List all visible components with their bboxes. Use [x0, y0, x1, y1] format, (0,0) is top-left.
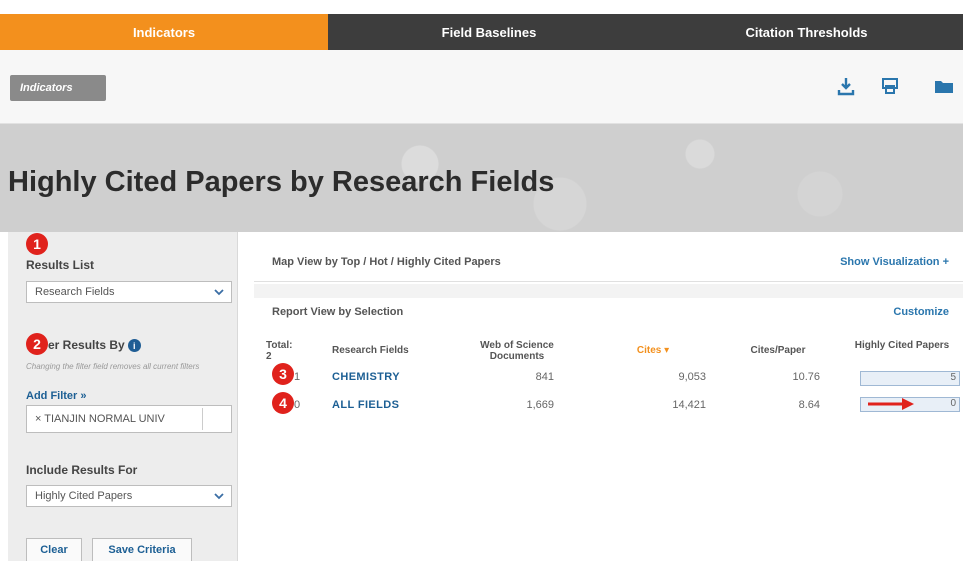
include-results-value: Highly Cited Papers	[35, 490, 133, 502]
download-icon[interactable]	[832, 72, 860, 100]
main-panel: Map View by Top / Hot / Highly Cited Pap…	[254, 232, 963, 561]
field-link-chemistry[interactable]: CHEMISTRY	[332, 371, 400, 383]
col-cites-per-paper[interactable]: Cites/Paper	[738, 345, 818, 356]
cites-per-paper-value: 8.64	[798, 399, 820, 411]
report-view-label: Report View by Selection	[272, 306, 404, 318]
filter-results-label: er Results By i	[48, 338, 141, 353]
cites-value: 9,053	[678, 371, 706, 383]
filter-results-text: er Results By	[48, 338, 125, 352]
col-highly-cited-papers[interactable]: Highly Cited Papers	[852, 340, 952, 351]
hcp-bar: 5	[860, 371, 960, 386]
clear-button[interactable]: Clear	[26, 538, 82, 561]
tab-field-baselines[interactable]: Field Baselines	[328, 14, 650, 50]
row-index: 0	[294, 399, 301, 411]
breadcrumb[interactable]: Indicators	[10, 75, 106, 101]
docs-value: 841	[535, 371, 554, 383]
col-wos-documents[interactable]: Web of Science Documents	[462, 340, 572, 362]
chevron-down-icon	[214, 493, 224, 500]
report-view-header: Report View by Selection Customize	[254, 298, 963, 326]
chip-divider	[202, 408, 203, 430]
total-count: 2	[266, 351, 272, 362]
filter-chip[interactable]: × TIANJIN NORMAL UNIV	[26, 405, 232, 433]
step-marker-4: 4	[272, 392, 294, 414]
hcp-value: 5	[950, 372, 956, 383]
tab-citation-thresholds[interactable]: Citation Thresholds	[650, 14, 963, 50]
save-criteria-button[interactable]: Save Criteria	[92, 538, 192, 561]
row-index: 1	[294, 371, 301, 383]
customize-link[interactable]: Customize	[893, 306, 949, 318]
top-nav: Indicators Field Baselines Citation Thre…	[0, 14, 963, 50]
tab-indicators[interactable]: Indicators	[0, 14, 328, 50]
step-marker-1: 1	[26, 233, 48, 255]
col-cites[interactable]: Cites ▾	[618, 345, 688, 356]
show-visualization-link[interactable]: Show Visualization +	[840, 256, 949, 268]
map-view-header: Map View by Top / Hot / Highly Cited Pap…	[254, 244, 963, 282]
include-results-label: Include Results For	[26, 463, 138, 477]
total-header: Total: 2	[266, 340, 292, 362]
step-marker-3: 3	[272, 363, 294, 385]
total-label: Total:	[266, 340, 293, 351]
cites-per-paper-value: 10.76	[792, 371, 820, 383]
page-title: Highly Cited Papers by Research Fields	[8, 166, 555, 198]
page-header: Highly Cited Papers by Research Fields	[0, 124, 963, 232]
results-list-value: Research Fields	[35, 286, 115, 298]
print-icon[interactable]	[876, 72, 904, 100]
hcp-value: 0	[950, 398, 956, 409]
include-results-select[interactable]: Highly Cited Papers	[26, 485, 232, 507]
results-list-select[interactable]: Research Fields	[26, 281, 232, 303]
field-link-all-fields[interactable]: ALL FIELDS	[332, 399, 399, 411]
col-research-fields[interactable]: Research Fields	[332, 345, 409, 356]
results-list-label: Results List	[26, 258, 95, 272]
filter-chip-label: × TIANJIN NORMAL UNIV	[35, 413, 165, 425]
section-divider	[254, 284, 963, 298]
step-marker-2: 2	[26, 333, 48, 355]
cites-value: 14,421	[672, 399, 706, 411]
red-arrow-icon	[868, 398, 914, 410]
add-filter-link[interactable]: Add Filter »	[26, 390, 87, 402]
info-icon[interactable]: i	[127, 339, 141, 353]
toolbar: Indicators	[0, 50, 963, 124]
chevron-down-icon	[214, 289, 224, 296]
folder-icon[interactable]	[930, 72, 958, 100]
docs-value: 1,669	[526, 399, 554, 411]
filter-hint: Changing the filter field removes all cu…	[26, 362, 200, 371]
map-view-label: Map View by Top / Hot / Highly Cited Pap…	[272, 256, 501, 268]
